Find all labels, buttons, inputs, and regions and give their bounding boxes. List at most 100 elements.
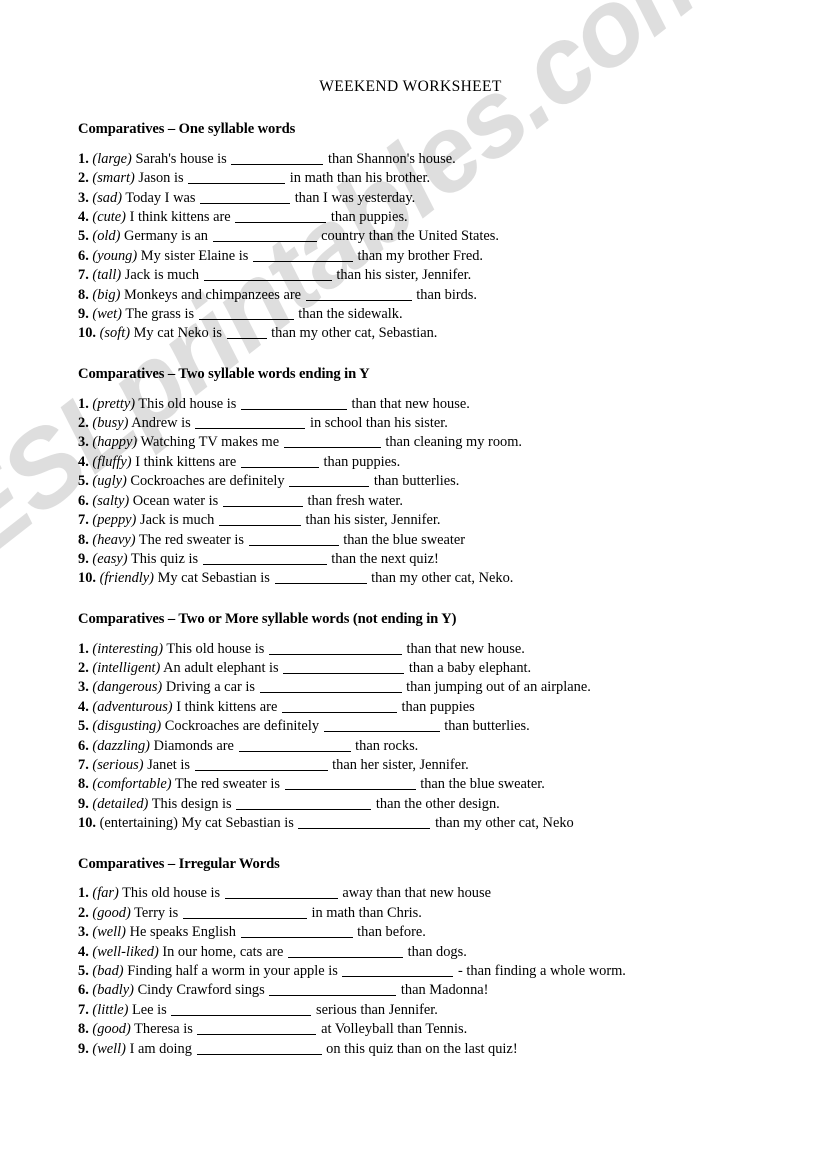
question-item: 2. (smart) Jason is in math than his bro… — [78, 169, 821, 188]
sentence-after-blank: than the blue sweater. — [420, 776, 545, 793]
answer-blank[interactable] — [238, 738, 351, 752]
adjective-cue: (peppy) — [92, 512, 137, 529]
answer-blank[interactable] — [274, 570, 367, 585]
answer-blank[interactable] — [284, 776, 416, 791]
sentence-after-blank: than puppies — [401, 698, 475, 715]
sentence-after-blank: serious than Jennifer. — [315, 1001, 438, 1018]
answer-blank[interactable] — [182, 905, 307, 919]
question-item: 9. (detailed) This design is than the ot… — [78, 795, 821, 814]
answer-blank[interactable] — [203, 267, 332, 282]
answer-blank[interactable] — [198, 306, 294, 321]
answer-blank[interactable] — [298, 815, 431, 830]
question-number: 7. — [78, 512, 89, 529]
question-item: 9. (easy) This quiz is than the next qui… — [78, 550, 821, 569]
sentence-after-blank: country than the United States. — [321, 228, 499, 245]
adjective-cue: (bad) — [92, 962, 124, 979]
question-number: 5. — [78, 962, 89, 979]
answer-blank[interactable] — [268, 641, 402, 655]
adjective-cue: (interesting) — [92, 640, 164, 657]
answer-blank[interactable] — [283, 660, 405, 674]
sentence-after-blank: than Shannon's house. — [328, 150, 456, 167]
question-number: 4. — [78, 943, 89, 960]
question-number: 8. — [78, 286, 89, 303]
answer-blank[interactable] — [283, 434, 381, 449]
answer-blank[interactable] — [240, 924, 353, 939]
section-heading: Comparatives – One syllable words — [78, 121, 296, 138]
answer-blank[interactable] — [289, 473, 370, 488]
sentence-after-blank: than butterlies. — [373, 473, 460, 490]
adjective-cue: (ugly) — [92, 473, 127, 490]
sentence-after-blank: than butterlies. — [444, 718, 530, 735]
answer-blank[interactable] — [288, 944, 404, 958]
adjective-cue: (salty) — [92, 492, 130, 509]
question-number: 2. — [78, 904, 89, 921]
sentence-before-blank: Cindy Crawford sings — [137, 982, 265, 999]
answer-blank[interactable] — [194, 757, 328, 771]
answer-blank[interactable] — [342, 963, 454, 977]
sentence-after-blank: than birds. — [416, 286, 478, 303]
answer-blank[interactable] — [323, 718, 440, 733]
answer-blank[interactable] — [218, 512, 301, 527]
answer-blank[interactable] — [252, 248, 353, 262]
answer-blank[interactable] — [231, 151, 324, 165]
sentence-before-blank: My sister Elaine is — [140, 247, 249, 264]
sentence-before-blank: Monkeys and chimpanzees are — [124, 286, 302, 303]
sentence-after-blank: than jumping out of an airplane. — [406, 679, 591, 696]
sentence-before-blank: Cockroaches are definitely — [164, 718, 320, 735]
answer-blank[interactable] — [235, 209, 327, 224]
sentence-before-blank: Theresa is — [134, 1021, 193, 1038]
answer-blank[interactable] — [195, 415, 306, 430]
answer-blank[interactable] — [200, 190, 291, 204]
answer-blank[interactable] — [171, 1002, 312, 1016]
answer-blank[interactable] — [196, 1041, 322, 1055]
question-number: 10. — [78, 325, 96, 342]
adjective-cue: (young) — [92, 247, 138, 264]
sentence-after-blank: in math than Chris. — [311, 904, 422, 921]
answer-blank[interactable] — [197, 1021, 317, 1036]
question-number: 5. — [78, 718, 89, 735]
question-item: 1. (pretty) This old house is than that … — [78, 395, 821, 414]
question-number: 8. — [78, 1021, 89, 1038]
question-number: 10. — [78, 815, 96, 832]
sentence-before-blank: I am doing — [129, 1040, 192, 1057]
answer-blank[interactable] — [240, 454, 319, 468]
adjective-cue: (old) — [92, 228, 121, 245]
adjective-cue: (adventurous) — [92, 698, 173, 715]
question-item: 3. (sad) Today I was than I was yesterda… — [78, 189, 821, 208]
question-number: 7. — [78, 267, 89, 284]
answer-blank[interactable] — [188, 170, 286, 185]
answer-blank[interactable] — [236, 796, 372, 810]
question-number: 6. — [78, 492, 89, 509]
question-list: 1. (pretty) This old house is than that … — [0, 395, 821, 589]
adjective-cue: (dazzling) — [92, 737, 150, 754]
question-number: 4. — [78, 209, 89, 226]
answer-blank[interactable] — [305, 287, 412, 301]
sentence-after-blank: than the blue sweater — [343, 531, 466, 548]
answer-blank[interactable] — [259, 679, 402, 694]
question-number: 9. — [78, 1040, 89, 1057]
answer-blank[interactable] — [248, 532, 339, 546]
answer-blank[interactable] — [269, 982, 397, 997]
sentence-before-blank: He speaks English — [129, 924, 236, 941]
adjective-cue: (entertaining) — [99, 815, 178, 832]
sentence-before-blank: Watching TV makes me — [140, 434, 280, 451]
sentence-before-blank: In our home, cats are — [162, 943, 284, 960]
answer-blank[interactable] — [202, 551, 327, 565]
worksheet-page: ESLprintables.com WEEKEND WORKSHEET Comp… — [0, 0, 821, 1169]
sentence-before-blank: My cat Sebastian is — [157, 570, 270, 587]
answer-blank[interactable] — [281, 699, 397, 713]
answer-blank[interactable] — [226, 325, 267, 340]
answer-blank[interactable] — [222, 493, 303, 507]
answer-blank[interactable] — [224, 885, 338, 900]
worksheet-section: Comparatives – Irregular Words 1. (far) T… — [0, 856, 821, 1059]
sentence-after-blank: in math than his brother. — [289, 170, 431, 187]
question-item: 5. (disgusting) Cockroaches are definite… — [78, 717, 821, 736]
sentence-before-blank: Diamonds are — [153, 737, 234, 754]
answer-blank[interactable] — [212, 228, 317, 243]
answer-blank[interactable] — [240, 396, 347, 410]
question-list: 1. (large) Sarah's house is than Shannon… — [0, 150, 821, 344]
section-heading: Comparatives – Irregular Words — [78, 855, 280, 872]
worksheet-section: Comparatives – Two or More syllable word… — [0, 611, 821, 834]
sentence-after-blank: than my other cat, Neko — [435, 815, 574, 832]
sentence-after-blank: than fresh water. — [307, 492, 404, 509]
